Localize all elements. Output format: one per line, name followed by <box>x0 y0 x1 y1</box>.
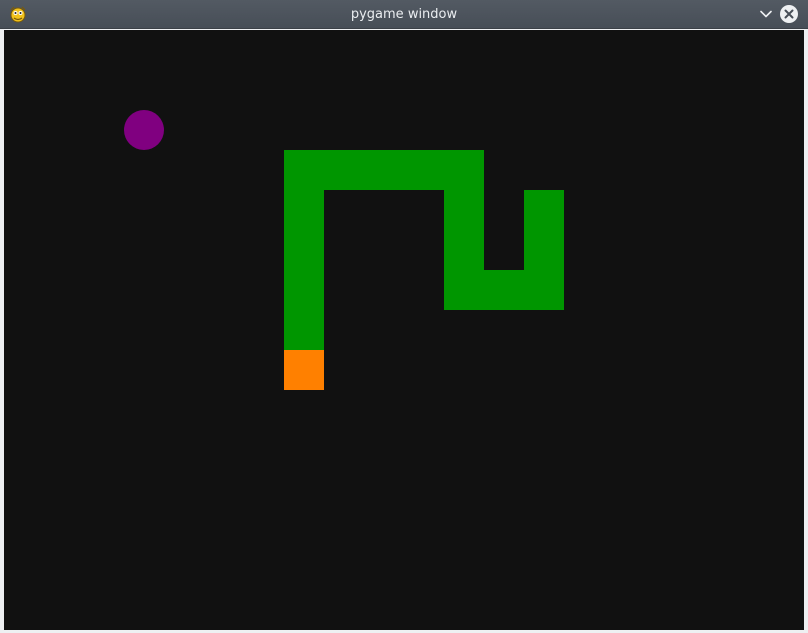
window-titlebar[interactable]: pygame window <box>0 0 808 29</box>
snake-segment <box>364 150 404 190</box>
snake-segment <box>444 190 484 230</box>
close-icon[interactable] <box>779 4 799 24</box>
snake-segment <box>444 270 484 310</box>
snake-segment <box>324 150 364 190</box>
snake-segment <box>284 230 324 270</box>
snake-segment <box>284 190 324 230</box>
snake-segment <box>444 230 484 270</box>
game-canvas[interactable] <box>4 30 804 630</box>
snake-segment <box>284 150 324 190</box>
snake-segment <box>484 270 524 310</box>
snake-segment <box>404 150 444 190</box>
snake-head <box>284 350 324 390</box>
snake-segment <box>284 310 324 350</box>
snake-segment <box>524 230 564 270</box>
window-title: pygame window <box>350 7 458 22</box>
chevron-down-icon[interactable] <box>757 5 775 23</box>
snake-segment <box>524 190 564 230</box>
snake-segment <box>444 150 484 190</box>
pygame-window: pygame window <box>0 0 808 633</box>
snake-segment <box>524 270 564 310</box>
snake-segment <box>284 270 324 310</box>
food-pellet <box>124 110 164 150</box>
